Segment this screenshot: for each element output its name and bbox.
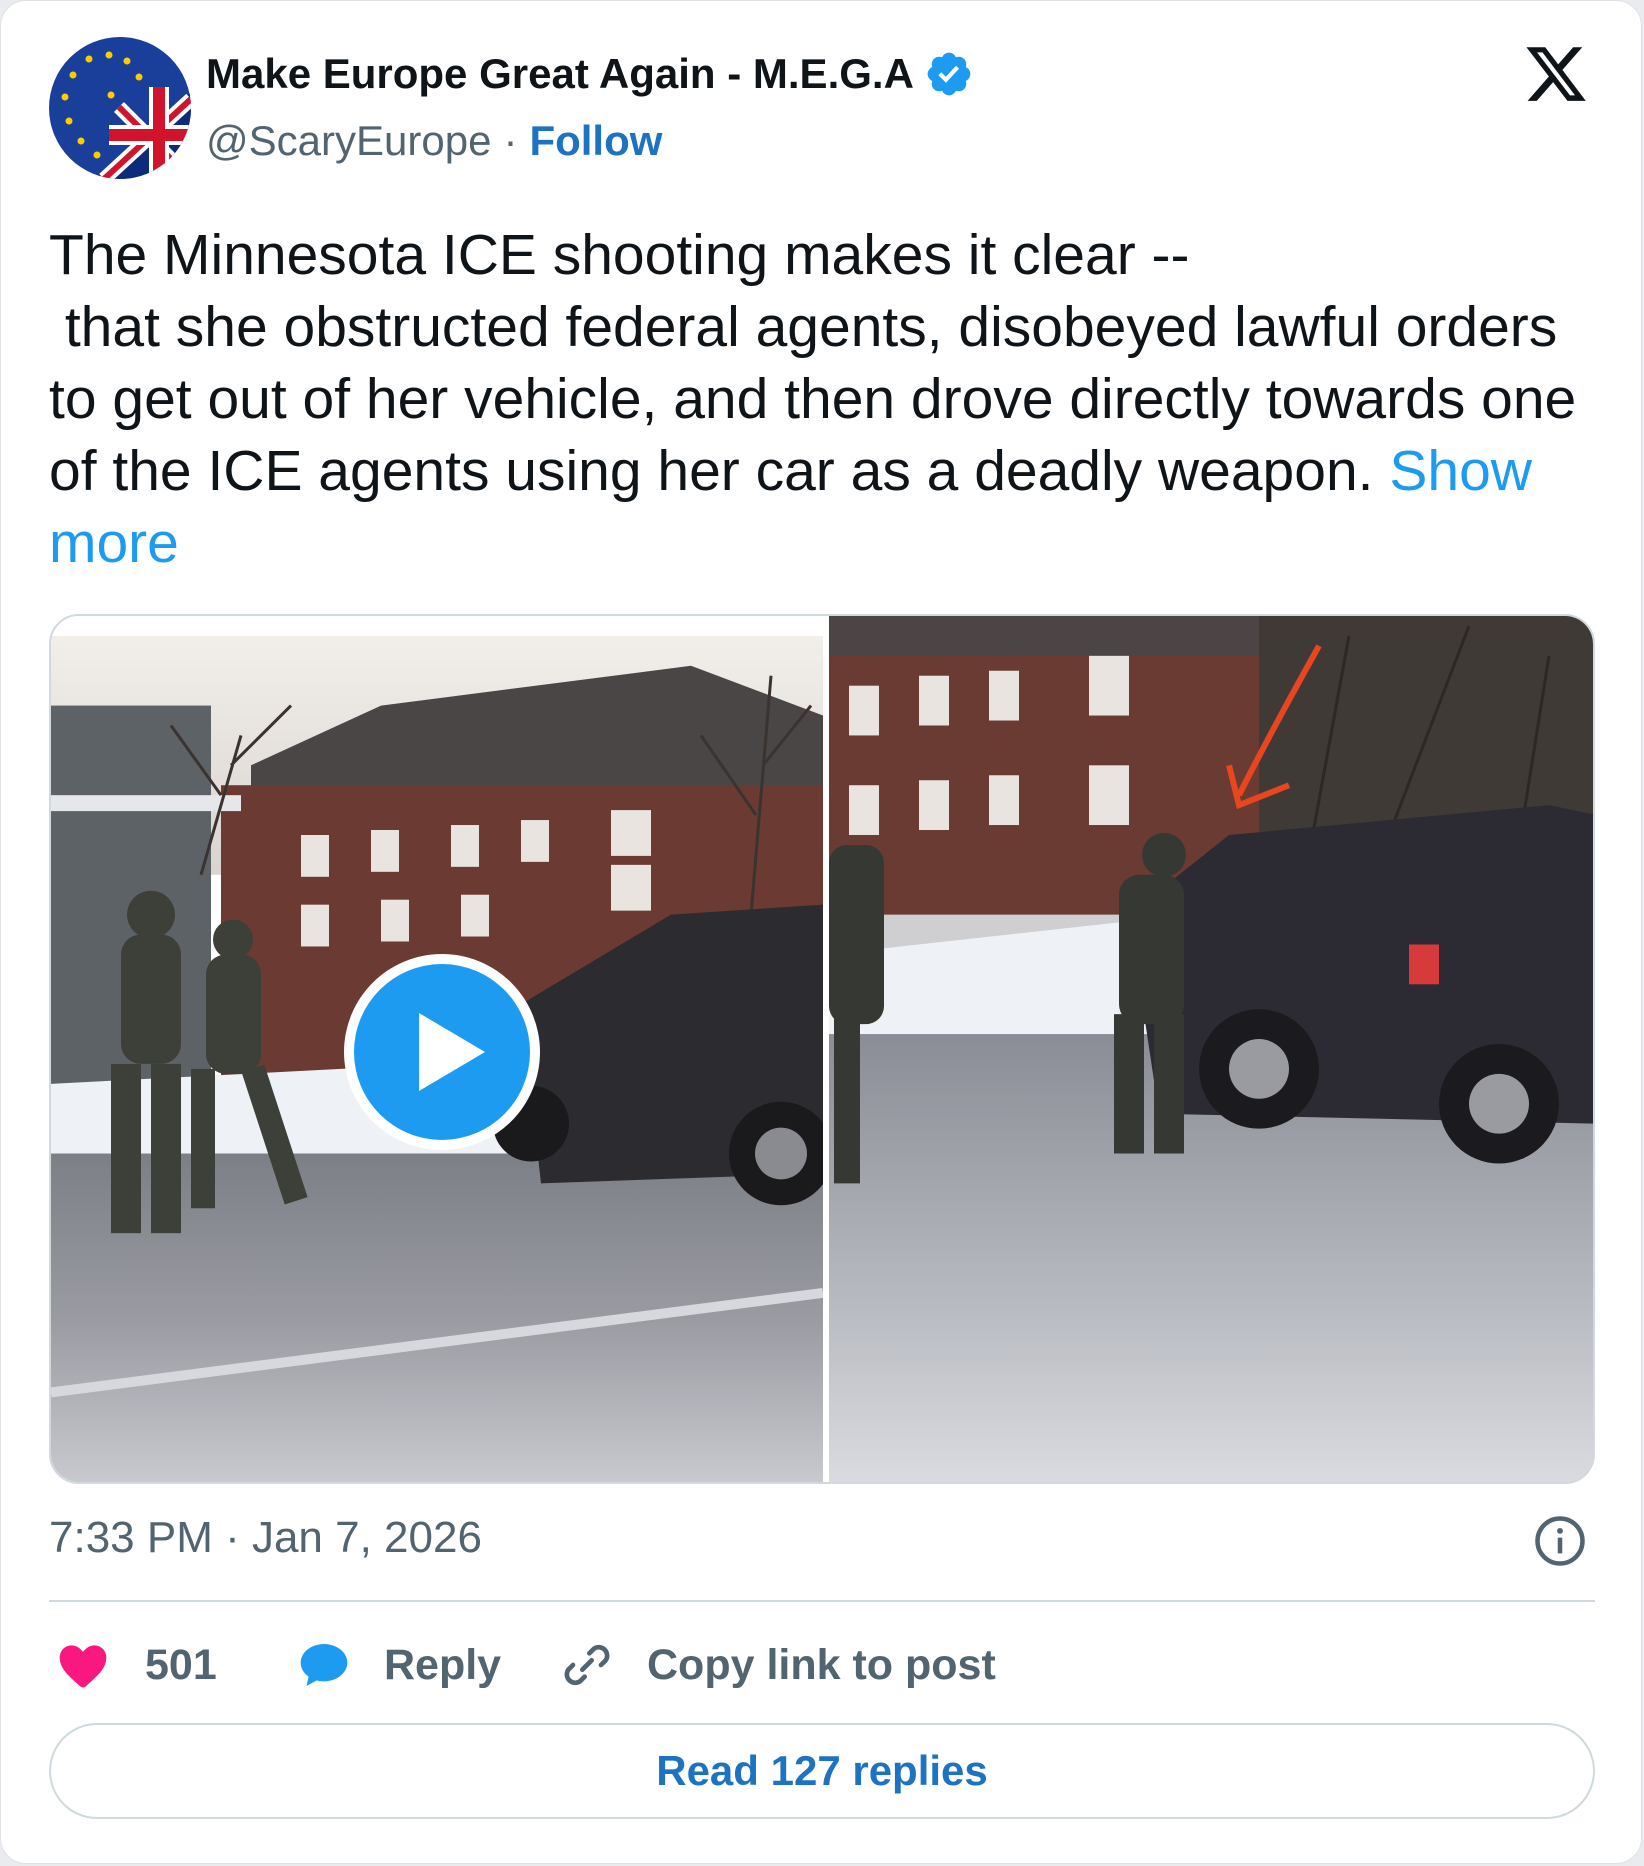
tweet-timestamp[interactable]: 7:33 PM · Jan 7, 2026 <box>49 1513 482 1563</box>
tweet-text: The Minnesota ICE shooting makes it clea… <box>49 219 1579 579</box>
copy-link-button[interactable]: Copy link to post <box>559 1635 996 1695</box>
reply-label: Reply <box>384 1640 502 1689</box>
read-replies-button[interactable]: Read 127 replies <box>49 1723 1595 1819</box>
photo-right[interactable] <box>829 616 1593 1482</box>
author-handle[interactable]: @ScaryEurope <box>206 117 491 165</box>
street-scene-image-right <box>829 616 1593 1482</box>
divider <box>49 1600 1595 1602</box>
link-icon <box>564 1644 610 1686</box>
avatar[interactable] <box>49 37 191 179</box>
author-name-row: Make Europe Great Again - M.E.G.A <box>206 49 974 99</box>
heart-icon <box>59 1645 107 1688</box>
author-display-name[interactable]: Make Europe Great Again - M.E.G.A <box>206 50 914 98</box>
likes-count: 501 <box>145 1640 217 1689</box>
media-grid[interactable] <box>49 614 1595 1484</box>
x-logo-icon[interactable] <box>1521 41 1591 107</box>
tweet-card: Make Europe Great Again - M.E.G.A @Scary… <box>0 0 1642 1864</box>
reply-bubble-icon <box>300 1644 348 1686</box>
author-handle-row: @ScaryEurope · Follow <box>206 117 662 165</box>
follow-button[interactable]: Follow <box>529 117 662 165</box>
tweet-body: The Minnesota ICE shooting makes it clea… <box>49 223 1577 503</box>
info-icon[interactable] <box>1533 1514 1587 1568</box>
copy-link-label: Copy link to post <box>647 1640 996 1689</box>
like-button[interactable]: 501 <box>55 1635 217 1695</box>
reply-button[interactable]: Reply <box>296 1635 501 1695</box>
avatar-image <box>49 37 191 179</box>
handle-separator: · <box>503 117 518 164</box>
verified-badge-icon <box>927 52 971 96</box>
play-icon[interactable] <box>341 951 543 1153</box>
